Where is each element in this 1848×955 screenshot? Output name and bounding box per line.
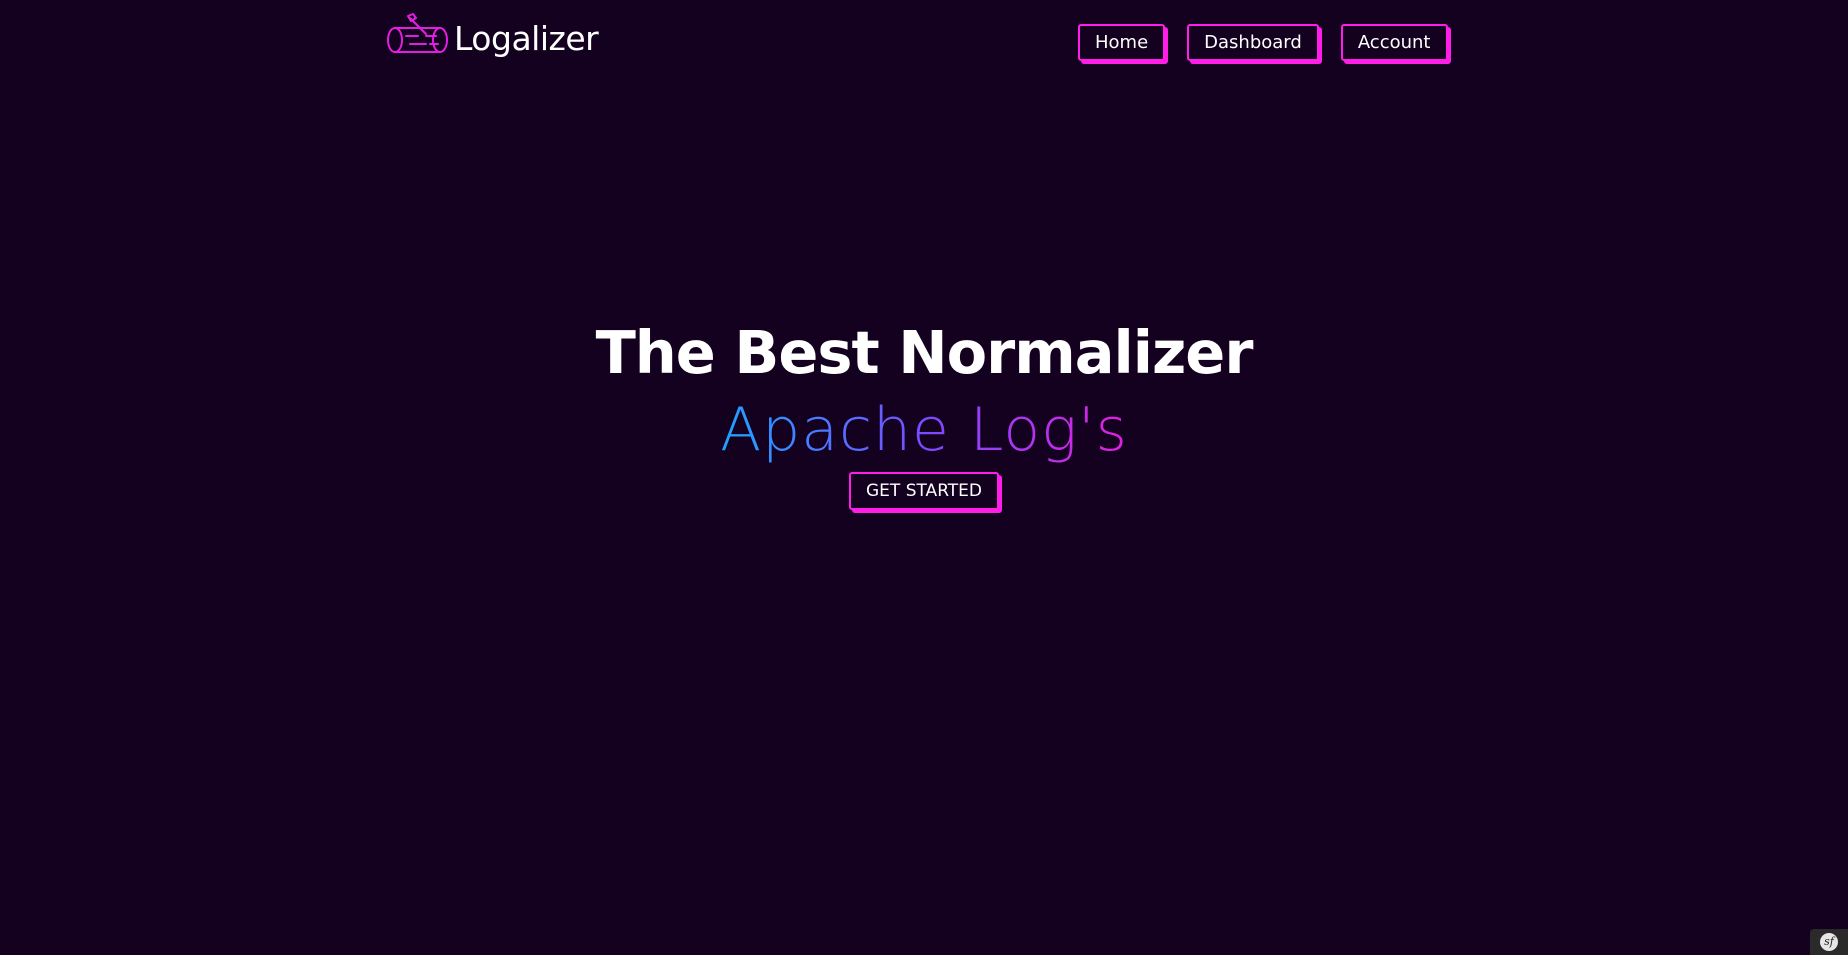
nav-home-button[interactable]: Home <box>1078 24 1166 61</box>
hero-section: The Best Normalizer Apache Log's <box>0 318 1848 472</box>
brand-name: Logalizer <box>454 18 599 58</box>
hero-subtitle: Apache Log's <box>720 388 1128 472</box>
symfony-icon: sf <box>1820 933 1838 951</box>
hero-title: The Best Normalizer <box>595 318 1254 387</box>
brand[interactable]: Logalizer <box>386 12 599 58</box>
log-axe-icon <box>387 13 448 53</box>
symfony-toolbar-toggle[interactable]: sf <box>1810 929 1848 955</box>
nav-account-button[interactable]: Account <box>1340 24 1448 61</box>
main-nav: Home Dashboard Account <box>1078 24 1448 61</box>
landing-page: Logalizer Home Dashboard Account The Bes… <box>0 0 1848 955</box>
cta-container: GET STARTED <box>0 472 1848 510</box>
nav-dashboard-button[interactable]: Dashboard <box>1187 24 1319 61</box>
get-started-button[interactable]: GET STARTED <box>849 472 999 510</box>
